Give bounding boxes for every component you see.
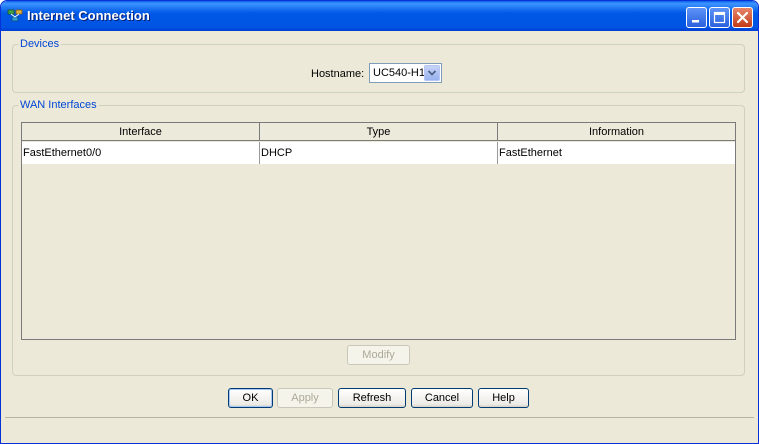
status-bar: [5, 417, 754, 440]
maximize-icon: [713, 11, 726, 24]
table-header: Interface Type Information: [22, 123, 735, 142]
cell-information: FastEthernet: [499, 147, 562, 159]
close-button[interactable]: [732, 7, 753, 28]
cell-interface: FastEthernet0/0: [22, 142, 260, 164]
cancel-button[interactable]: Cancel: [411, 388, 473, 408]
minimize-icon: [692, 20, 699, 23]
refresh-button[interactable]: Refresh: [338, 388, 406, 408]
devices-legend: Devices: [18, 38, 62, 50]
table-row[interactable]: FastEthernet0/0 DHCP FastEthernet: [22, 142, 735, 164]
window-title: Internet Connection: [27, 8, 150, 23]
close-icon: [736, 11, 749, 24]
minimize-button[interactable]: [686, 7, 707, 28]
wan-interfaces-table: Interface Type Information FastEthernet0…: [21, 122, 736, 340]
ok-button[interactable]: OK: [228, 388, 273, 408]
hostname-select[interactable]: UC540-H1: [369, 63, 442, 83]
cell-type: DHCP: [260, 142, 498, 164]
column-header-type[interactable]: Type: [260, 123, 498, 141]
maximize-button[interactable]: [709, 7, 730, 28]
modify-button[interactable]: Modify: [347, 345, 410, 365]
title-bar[interactable]: Internet Connection: [1, 1, 758, 31]
devices-group: Devices Hostname: UC540-H1: [12, 38, 745, 93]
hostname-label: Hostname:: [311, 68, 365, 80]
network-app-icon: [7, 8, 23, 24]
help-button[interactable]: Help: [478, 388, 529, 408]
column-header-information[interactable]: Information: [498, 123, 735, 141]
chevron-down-icon[interactable]: [424, 65, 440, 81]
column-header-interface[interactable]: Interface: [22, 123, 260, 141]
wan-interfaces-legend: WAN Interfaces: [18, 99, 99, 111]
apply-button[interactable]: Apply: [277, 388, 333, 408]
dialog-body: Devices Hostname: UC540-H1 WAN Interface…: [5, 31, 754, 439]
hostname-select-value: UC540-H1: [373, 67, 425, 79]
internet-connection-window: Internet Connection Devices Hostname: UC…: [0, 0, 759, 444]
